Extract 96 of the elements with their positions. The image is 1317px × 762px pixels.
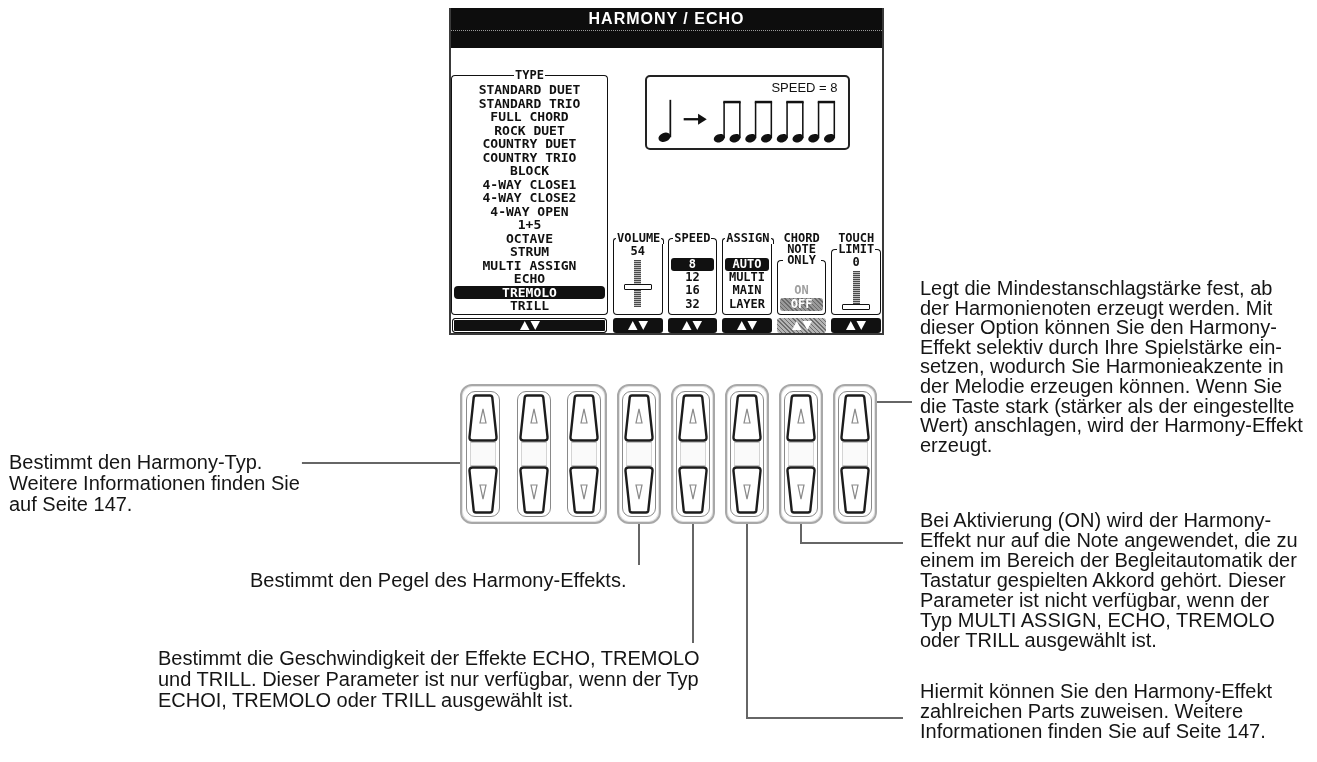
slider-thumb[interactable]	[842, 304, 871, 310]
up-down-arrows-icon	[519, 321, 540, 330]
list-item[interactable]: FULL CHORD	[454, 110, 605, 124]
up-key[interactable]	[518, 394, 549, 442]
up-key[interactable]	[732, 394, 762, 442]
callout-text: Hiermit können Sie den Harmony-Effekt zahlreichen Parts zuweisen. Weitere Informationen finden Sie auf Seite 147.	[920, 681, 1272, 741]
up-down-arrows-icon	[737, 321, 757, 330]
center-plate	[520, 442, 547, 466]
up-down-button[interactable]	[613, 318, 663, 333]
list-item[interactable]: 4-WAY CLOSE1	[454, 177, 605, 191]
parameter-label: VOLUME	[616, 233, 662, 244]
up-down-button[interactable]	[667, 318, 718, 333]
up-arrow-icon	[529, 408, 538, 424]
center-plate	[842, 442, 868, 466]
option-item[interactable]: MULTI	[725, 271, 769, 285]
parameter-value: 0	[852, 256, 860, 268]
list-item[interactable]: BLOCK	[454, 164, 605, 178]
down-arrow-icon	[851, 484, 859, 500]
list-item[interactable]: ROCK DUET	[454, 123, 605, 137]
up-key[interactable]	[569, 394, 599, 442]
callout-text: Bestimmt den Pegel des Harmony-Effekts.	[250, 570, 627, 590]
list-item[interactable]: STANDARD DUET	[454, 83, 605, 97]
list-item[interactable]: COUNTRY TRIO	[454, 150, 605, 164]
parameter-label: TOUCH LIMIT	[837, 233, 876, 255]
list-item[interactable]: 4-WAY CLOSE2	[454, 191, 605, 205]
up-key[interactable]	[840, 394, 870, 442]
up-key[interactable]	[468, 394, 498, 442]
up-arrow-icon	[689, 408, 697, 424]
list-item[interactable]: 1+5	[454, 218, 605, 232]
down-arrow-icon	[580, 484, 588, 500]
option-item[interactable]: 12	[670, 271, 715, 285]
list-item[interactable]: OCTAVE	[454, 231, 605, 245]
center-plate	[680, 442, 706, 466]
center-plate	[571, 442, 597, 466]
down-arrow-icon	[635, 484, 643, 500]
option-item[interactable]: 16	[670, 284, 715, 298]
up-arrow-icon	[743, 408, 751, 424]
down-arrow-icon	[689, 484, 697, 500]
list-item[interactable]: COUNTRY DUET	[454, 137, 605, 151]
down-arrow-icon	[479, 484, 487, 500]
center-plate	[626, 442, 652, 466]
screen-title: HARMONY / ECHO	[588, 11, 745, 27]
down-key[interactable]	[468, 466, 498, 514]
list-item[interactable]: MULTI ASSIGN	[454, 258, 605, 272]
list-item[interactable]: ECHO	[454, 272, 605, 286]
down-key[interactable]	[624, 466, 654, 514]
option-item[interactable]: LAYER	[725, 297, 769, 311]
leader-line	[638, 523, 640, 566]
callout-text: Bei Aktivierung (ON) wird der Harmony- Effekt nur auf die Note angewendet, die zu einem im Bereich der Begleitautomatik der Tastatur gespielten Akkord gehört. Dieser Parameter ist nicht verfügbar, wenn der Typ MULTI ASSIGN, ECHO, TREMOLO oder TRILL ausgewählt ist.	[920, 510, 1298, 650]
up-down-button[interactable]	[831, 318, 881, 333]
down-arrow-icon	[529, 484, 538, 500]
option-item[interactable]: AUTO	[725, 257, 769, 272]
callout-text: Bestimmt die Geschwindigkeit der Effekte ECHO, TREMOLO und TRILL. Dieser Parameter ist nur verfügbar, wenn der Typ ECHOI, TREMOLO oder TRILL ausgewählt ist.	[158, 648, 700, 711]
up-arrow-icon	[851, 408, 859, 424]
down-key[interactable]	[569, 466, 599, 514]
down-arrow-icon	[797, 484, 805, 500]
down-key[interactable]	[786, 466, 816, 514]
parameter-label: CHORD NOTE ONLY	[782, 233, 821, 266]
up-key[interactable]	[786, 394, 816, 442]
list-item[interactable]: TREMOLO	[454, 285, 605, 299]
list-item[interactable]: TRILL	[454, 299, 605, 313]
up-arrow-icon	[580, 408, 588, 424]
list-item[interactable]: STRUM	[454, 245, 605, 259]
center-plate	[734, 442, 760, 466]
option-item[interactable]: MAIN	[725, 284, 769, 298]
up-down-arrows-icon	[846, 321, 867, 330]
center-plate	[470, 442, 496, 466]
speed-label: SPEED = 8	[771, 82, 838, 94]
up-down-arrows-icon	[627, 321, 648, 330]
callout-text: Bestimmt den Harmony-Typ. Weitere Informationen finden Sie auf Seite 147.	[9, 452, 300, 515]
option-item[interactable]: 32	[670, 297, 715, 311]
parameter-label: ASSIGN	[725, 233, 771, 244]
down-key[interactable]	[518, 466, 549, 514]
up-key[interactable]	[678, 394, 708, 442]
up-arrow-icon	[635, 408, 643, 424]
up-down-button[interactable]	[722, 318, 772, 333]
center-plate	[788, 442, 814, 466]
list-item[interactable]: 4-WAY OPEN	[454, 204, 605, 218]
down-key[interactable]	[840, 466, 870, 514]
up-key[interactable]	[624, 394, 654, 442]
up-arrow-icon	[797, 408, 805, 424]
up-down-arrows-icon	[682, 321, 703, 330]
parameter-value: 54	[630, 245, 645, 257]
parameter-label: SPEED	[673, 233, 712, 244]
down-key[interactable]	[732, 466, 762, 514]
up-down-button[interactable]	[452, 318, 607, 333]
option-item[interactable]: 8	[670, 257, 715, 272]
down-key[interactable]	[678, 466, 708, 514]
slider-thumb[interactable]	[623, 283, 652, 290]
up-down-arrows-icon	[791, 321, 812, 330]
leader-line	[876, 401, 913, 403]
up-arrow-icon	[479, 408, 487, 424]
panel-label: TYPE	[514, 70, 545, 81]
callout-text: Legt die Mindestanschlagstärke fest, ab der Harmonienoten erzeugt werden. Mit dieser Option können Sie den Harmony- Effekt selektiv durch Ihre Spielstärke ein- setzen, wodurch Sie Harmonieakzente in der Melodie erzeugen können. Wenn Sie die Taste stark (stärker als der eingestellte Wert) anschlagen, wird der Harmony-Effekt erzeugt.	[920, 279, 1303, 456]
list-item[interactable]: STANDARD TRIO	[454, 96, 605, 110]
down-arrow-icon	[743, 484, 751, 500]
